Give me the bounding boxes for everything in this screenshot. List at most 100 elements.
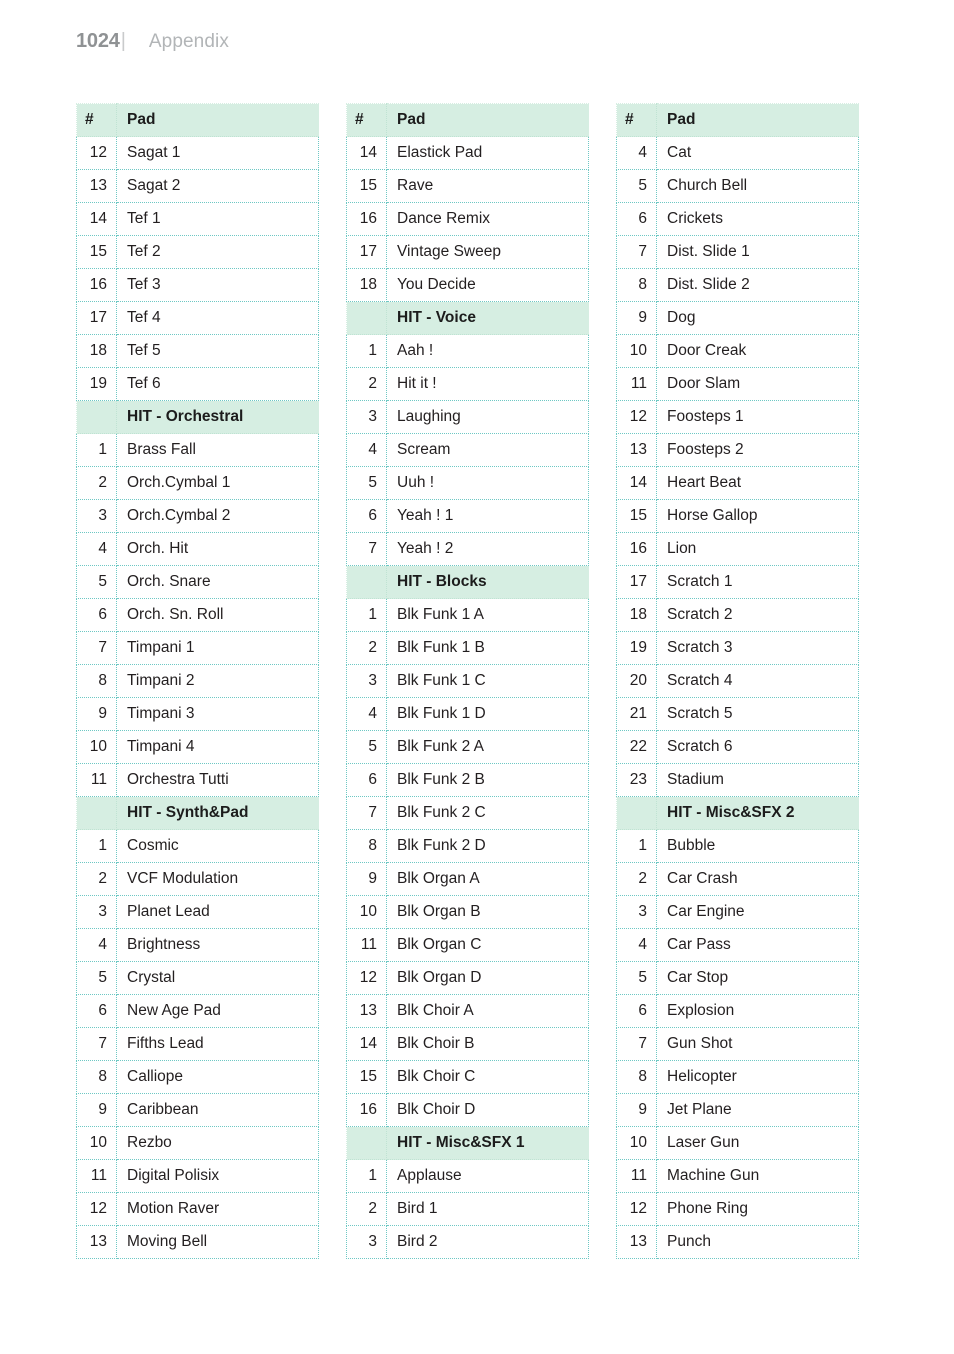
pad-name: Crickets <box>656 202 859 236</box>
pad-number: 17 <box>76 301 117 335</box>
pad-name: Car Stop <box>656 961 859 995</box>
pad-name: Orch. Snare <box>116 565 319 599</box>
pad-name: Blk Funk 1 D <box>386 697 589 731</box>
pad-number: 7 <box>616 235 657 269</box>
table-row: 8 Blk Funk 2 D <box>346 829 589 863</box>
pad-name: Applause <box>386 1159 589 1193</box>
pad-name: Dog <box>656 301 859 335</box>
pad-number: 3 <box>346 664 387 698</box>
pad-name: Rezbo <box>116 1126 319 1160</box>
pad-name: Calliope <box>116 1060 319 1094</box>
page-number: 1024 <box>76 30 120 52</box>
table-row: 4 Car Pass <box>616 928 859 962</box>
pad-number: 14 <box>76 202 117 236</box>
table-row: 15 Tef 2 <box>76 235 319 269</box>
pad-number: 12 <box>616 400 657 434</box>
table-row: 14 Elastick Pad <box>346 136 589 170</box>
table-row: 12 Phone Ring <box>616 1192 859 1226</box>
pad-number: 17 <box>346 235 387 269</box>
pad-name: Uuh ! <box>386 466 589 500</box>
table-row: 11 Digital Polisix <box>76 1159 319 1193</box>
table-row: 19 Tef 6 <box>76 367 319 401</box>
pad-name: Foosteps 1 <box>656 400 859 434</box>
pad-name: Laughing <box>386 400 589 434</box>
pad-name: Laser Gun <box>656 1126 859 1160</box>
pad-number: 10 <box>76 730 117 764</box>
table-row: 5 Car Stop <box>616 961 859 995</box>
pad-name: Stadium <box>656 763 859 797</box>
table-row: 1 Bubble <box>616 829 859 863</box>
pad-number: 2 <box>346 367 387 401</box>
pad-number: 16 <box>346 202 387 236</box>
table-row: 5 Church Bell <box>616 169 859 203</box>
table-row: 3 Planet Lead <box>76 895 319 929</box>
table-row: 3 Laughing <box>346 400 589 434</box>
pad-number: 8 <box>76 664 117 698</box>
pad-name: Rave <box>386 169 589 203</box>
table-row: 4 Brightness <box>76 928 319 962</box>
section-heading-label: HIT - Misc&SFX 1 <box>386 1126 589 1160</box>
pad-name: Motion Raver <box>116 1192 319 1226</box>
running-head-title: Appendix <box>148 31 229 52</box>
table-row: 5 Blk Funk 2 A <box>346 730 589 764</box>
table-row: 11 Door Slam <box>616 367 859 401</box>
pad-name: Blk Organ A <box>386 862 589 896</box>
table-row: 17 Tef 4 <box>76 301 319 335</box>
pad-name: Scream <box>386 433 589 467</box>
table-row: 6 Yeah ! 1 <box>346 499 589 533</box>
table-row: 13 Moving Bell <box>76 1225 319 1259</box>
column-header-number: # <box>76 103 117 137</box>
table-row: 9 Jet Plane <box>616 1093 859 1127</box>
pad-number: 2 <box>346 631 387 665</box>
pad-number: 13 <box>616 1225 657 1259</box>
pad-number: 11 <box>616 367 657 401</box>
pad-number: 1 <box>76 433 117 467</box>
pad-number: 8 <box>76 1060 117 1094</box>
pad-number: 20 <box>616 664 657 698</box>
table-row: 14 Blk Choir B <box>346 1027 589 1061</box>
table-row: 1 Applause <box>346 1159 589 1193</box>
pad-number: 5 <box>346 730 387 764</box>
pad-number: 22 <box>616 730 657 764</box>
pad-table-body: 12 Sagat 1 13 Sagat 2 14 Tef 1 15 Tef 2 16 Tef 31… <box>76 136 319 1259</box>
table-row: 8 Helicopter <box>616 1060 859 1094</box>
pad-name: Blk Organ C <box>386 928 589 962</box>
pad-name: Yeah ! 1 <box>386 499 589 533</box>
table-row: 9 Timpani 3 <box>76 697 319 731</box>
pad-number: 23 <box>616 763 657 797</box>
section-heading-row: HIT - Voice <box>346 301 589 335</box>
pad-number: 12 <box>76 136 117 170</box>
pad-name: Dist. Slide 2 <box>656 268 859 302</box>
pad-number: 7 <box>346 532 387 566</box>
table-row: 9 Caribbean <box>76 1093 319 1127</box>
table-row: 10 Blk Organ B <box>346 895 589 929</box>
table-header-row: # Pad <box>616 103 859 137</box>
pad-number: 4 <box>76 928 117 962</box>
table-row: 2 VCF Modulation <box>76 862 319 896</box>
table-row: 6 Explosion <box>616 994 859 1028</box>
table-row: 6 Blk Funk 2 B <box>346 763 589 797</box>
section-heading-row: HIT - Misc&SFX 1 <box>346 1126 589 1160</box>
section-heading-label: HIT - Voice <box>386 301 589 335</box>
section-heading-row: HIT - Orchestral <box>76 400 319 434</box>
pad-name: Blk Choir A <box>386 994 589 1028</box>
table-row: 11 Machine Gun <box>616 1159 859 1193</box>
running-head: 1024 | Appendix <box>76 30 229 60</box>
table-row: 11 Orchestra Tutti <box>76 763 319 797</box>
pad-name: Helicopter <box>656 1060 859 1094</box>
pad-name: Car Crash <box>656 862 859 896</box>
pad-name: Explosion <box>656 994 859 1028</box>
pad-name: Horse Gallop <box>656 499 859 533</box>
pad-number: 9 <box>616 1093 657 1127</box>
table-row: 20 Scratch 4 <box>616 664 859 698</box>
pad-number: 11 <box>76 1159 117 1193</box>
pad-number: 3 <box>346 400 387 434</box>
pad-number: 7 <box>346 796 387 830</box>
pad-number: 3 <box>616 895 657 929</box>
pad-number: 1 <box>346 334 387 368</box>
pad-name: Lion <box>656 532 859 566</box>
column-header-pad: Pad <box>116 103 319 137</box>
pad-name: Timpani 2 <box>116 664 319 698</box>
table-row: 6 Crickets <box>616 202 859 236</box>
table-row: 2 Blk Funk 1 B <box>346 631 589 665</box>
